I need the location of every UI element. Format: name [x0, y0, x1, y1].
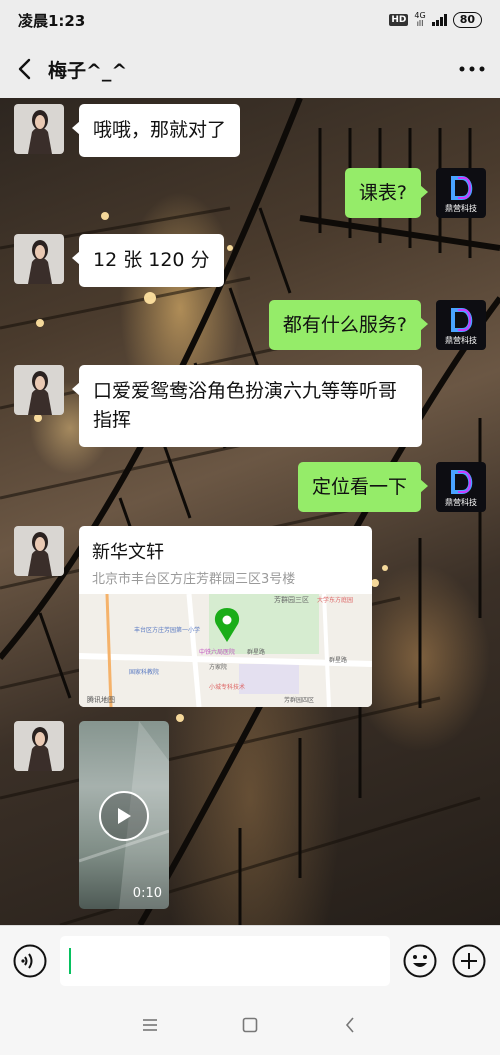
map-label: 国家科教院	[129, 668, 159, 676]
message-text: 口爱爱鸳鸯浴角色扮演六九等等听哥指挥	[72, 365, 422, 447]
message-sent: 定位看一下 鼎营科技	[297, 462, 486, 512]
emoji-icon[interactable]	[403, 944, 437, 978]
plus-icon[interactable]	[452, 944, 486, 978]
chat-area[interactable]: 哦哦，那就对了 课表? 鼎营科技 12 张 120 分 都有什么服务? 鼎营科技…	[0, 98, 500, 925]
system-back-icon[interactable]	[330, 1005, 370, 1045]
map-label: 丰台区方庄芳园第一小学	[134, 626, 200, 634]
message-text: 12 张 120 分	[72, 234, 224, 287]
voice-icon[interactable]	[13, 944, 47, 978]
message-text: 定位看一下	[297, 462, 429, 512]
message-text: 都有什么服务?	[268, 300, 429, 350]
message-received	[14, 721, 64, 771]
status-icons: HD 4G ıll 80	[389, 12, 482, 28]
battery-icon: 80	[452, 12, 482, 28]
contact-avatar[interactable]	[14, 526, 64, 576]
input-bar	[0, 925, 500, 995]
message-received	[14, 526, 64, 576]
video-duration: 0:10	[132, 886, 162, 901]
message-sent: 都有什么服务? 鼎营科技	[268, 300, 486, 350]
network-sub: ıll	[416, 19, 424, 28]
chat-title: 梅子^_^	[48, 59, 128, 82]
network-indicator: 4G ıll	[414, 12, 425, 28]
map-label: 群星路	[329, 656, 347, 664]
message-sent: 课表? 鼎营科技	[344, 168, 486, 218]
contact-avatar[interactable]	[14, 365, 64, 415]
message-received: 口爱爱鸳鸯浴角色扮演六九等等听哥指挥	[14, 365, 422, 447]
back-arrow-icon[interactable]	[0, 40, 48, 98]
contact-avatar[interactable]	[14, 721, 64, 771]
chat-header: 梅子^_^	[0, 40, 500, 98]
message-received: 12 张 120 分	[14, 234, 224, 287]
map-label: 方家院	[209, 663, 227, 671]
map-provider-label: 腾讯地图	[87, 695, 115, 704]
more-options-icon[interactable]	[444, 40, 500, 98]
message-received: 哦哦，那就对了	[14, 104, 241, 157]
my-avatar[interactable]: 鼎营科技	[436, 300, 486, 350]
map-label: 中铁六局医院	[199, 648, 235, 656]
message-text: 课表?	[344, 168, 429, 218]
status-bar: 凌晨1:23 HD 4G ıll 80	[0, 0, 500, 40]
status-time: 凌晨1:23	[18, 11, 86, 30]
signal-icon	[431, 14, 447, 26]
map-label: 芳群园三区	[274, 595, 309, 604]
hd-badge: HD	[389, 14, 409, 26]
system-navigation-bar	[0, 995, 500, 1055]
location-name: 新华文轩	[92, 542, 164, 563]
location-address: 北京市丰台区方庄芳群园三区3号楼	[92, 572, 296, 587]
menu-icon[interactable]	[130, 1005, 170, 1045]
contact-avatar[interactable]	[14, 234, 64, 284]
video-message[interactable]: 0:10	[79, 721, 169, 909]
contact-avatar[interactable]	[14, 104, 64, 154]
logo-text: 鼎营科技	[445, 497, 477, 507]
logo-text: 鼎营科技	[445, 203, 477, 213]
map-label: 大学东方庭园	[317, 596, 353, 604]
play-icon[interactable]	[99, 791, 149, 841]
location-map: 芳群园三区 大学东方庭园 丰台区方庄芳园第一小学 中铁六局医院 方家院 国家科教…	[79, 594, 372, 707]
my-avatar[interactable]: 鼎营科技	[436, 462, 486, 512]
home-icon[interactable]	[230, 1005, 270, 1045]
text-cursor	[69, 948, 71, 974]
map-label: 群星路	[247, 648, 265, 656]
my-avatar[interactable]: 鼎营科技	[436, 168, 486, 218]
location-card[interactable]: 新华文轩 北京市丰台区方庄芳群园三区3号楼 芳群园三区 大学东方庭园 丰台区方庄…	[79, 526, 372, 707]
map-label: 小城专科技术	[209, 683, 245, 691]
message-text: 哦哦，那就对了	[71, 104, 241, 157]
map-label: 芳群园四区	[284, 696, 314, 704]
logo-text: 鼎营科技	[445, 335, 477, 345]
message-input[interactable]	[60, 936, 390, 986]
